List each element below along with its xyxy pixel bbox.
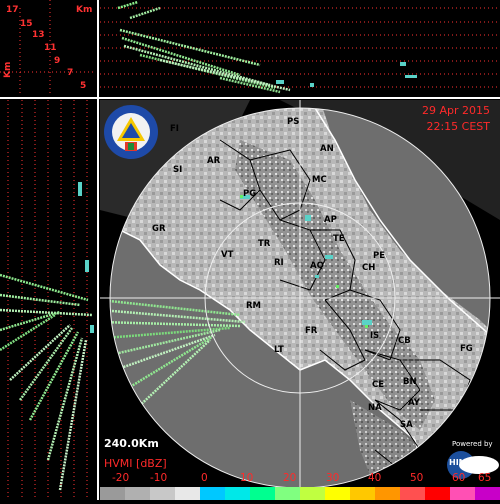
height-tick: 7: [67, 68, 74, 78]
radar-time: 22:15 CEST: [426, 120, 490, 133]
city-label: TR: [258, 239, 271, 249]
height-unit-label: Km: [76, 5, 93, 15]
colorbar-swatch: [300, 487, 325, 500]
city-label: AQ: [310, 261, 324, 271]
himet-label: HIMET: [449, 458, 478, 467]
city-label: RI: [274, 258, 284, 268]
colorbar-tick: 40: [368, 472, 382, 484]
city-label: FI: [170, 124, 179, 134]
radar-map[interactable]: FI PS AN AR SI MC PG AP GR TE TR VT RI P…: [100, 100, 500, 500]
colorbar-swatch: [325, 487, 350, 500]
reflectivity-colorbar: [100, 487, 500, 500]
city-label: MC: [312, 175, 327, 185]
height-unit-label-vertical: Km: [3, 61, 13, 78]
city-label: FR: [305, 326, 318, 336]
north-south-cross-section: [100, 0, 500, 96]
east-west-cross-section: [0, 100, 96, 500]
height-scale-panel: 17 15 13 11 9 7 5 Km Km: [0, 0, 96, 96]
height-tick: 9: [54, 56, 61, 66]
city-label: PS: [287, 117, 300, 127]
panel-divider-vertical: [97, 0, 99, 500]
colorbar-swatch: [450, 487, 475, 500]
colorbar-ticks: -20 -10 0 10 20 30 40 50 60 65: [100, 472, 500, 486]
city-label: PZ: [476, 420, 489, 430]
colorbar-swatch: [225, 487, 250, 500]
colorbar-tick: 20: [283, 472, 297, 484]
height-tick: 5: [80, 81, 87, 91]
city-label: BN: [403, 377, 417, 387]
city-label: NA: [368, 403, 382, 413]
colorbar-swatch: [425, 487, 450, 500]
city-label: AR: [207, 156, 221, 166]
colorbar-swatch: [250, 487, 275, 500]
powered-by-label: Powered by: [452, 440, 493, 448]
city-label: RM: [246, 301, 262, 311]
colorbar-tick: 10: [240, 472, 254, 484]
height-tick: 11: [44, 43, 57, 53]
city-label: VT: [221, 250, 234, 260]
range-label: 240.0Km: [104, 437, 159, 450]
city-label: SI: [173, 165, 183, 175]
city-label: FG: [460, 344, 473, 354]
city-label: AY: [408, 398, 420, 408]
height-tick: 15: [20, 19, 33, 29]
protezione-civile-logo: [103, 103, 159, 161]
colorbar-swatch: [275, 487, 300, 500]
city-label: GR: [152, 224, 166, 234]
city-label: CB: [398, 336, 411, 346]
city-label: AP: [324, 215, 337, 225]
height-tick: 13: [32, 30, 45, 40]
colorbar-swatch: [175, 487, 200, 500]
colorbar-tick: -10: [150, 472, 168, 484]
city-label: PG: [243, 189, 257, 199]
city-label: AN: [320, 144, 334, 154]
city-label: TE: [333, 234, 345, 244]
height-tick: 17: [6, 5, 19, 15]
colorbar-swatch: [350, 487, 375, 500]
colorbar-swatch: [125, 487, 150, 500]
city-label: SA: [400, 420, 413, 430]
colorbar-tick: 50: [410, 472, 424, 484]
colorbar-tick: -20: [112, 472, 130, 484]
city-label: CH: [362, 263, 376, 273]
colorbar-tick: 65: [478, 472, 492, 484]
radar-date: 29 Apr 2015: [421, 104, 490, 117]
colorbar-swatch: [100, 487, 125, 500]
colorbar-swatch: [400, 487, 425, 500]
product-label: HVMI [dBZ]: [104, 457, 167, 470]
city-label: LT: [274, 345, 284, 355]
colorbar-swatch: [375, 487, 400, 500]
city-label: CE: [372, 380, 385, 390]
colorbar-tick: 30: [326, 472, 340, 484]
colorbar-tick: 0: [201, 472, 208, 484]
colorbar-tick: 60: [452, 472, 466, 484]
panel-divider-horizontal: [0, 97, 500, 99]
city-label: PE: [373, 251, 386, 261]
colorbar-swatch: [150, 487, 175, 500]
colorbar-swatch: [200, 487, 225, 500]
city-label: IS: [370, 331, 380, 341]
colorbar-swatch: [475, 487, 500, 500]
